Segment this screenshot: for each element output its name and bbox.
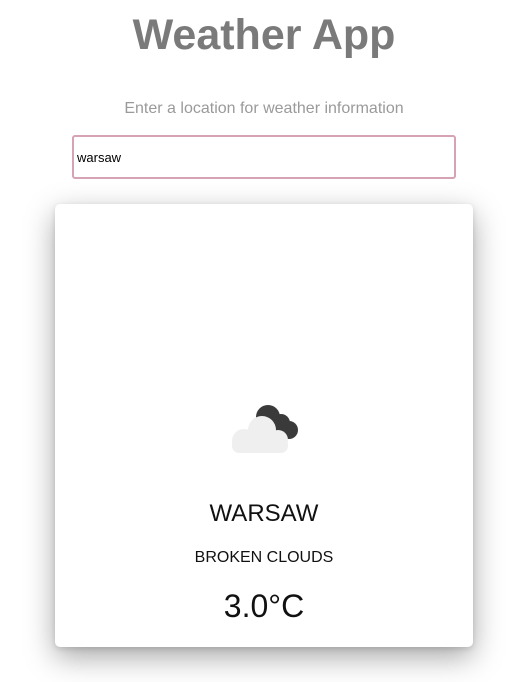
app-title: Weather App xyxy=(132,11,396,59)
city-name: WARSAW xyxy=(209,500,319,527)
weather-app-page: Weather App Enter a location for weather… xyxy=(0,0,519,682)
broken-clouds-icon xyxy=(232,405,298,453)
location-prompt: Enter a location for weather information xyxy=(124,100,404,117)
location-search-input[interactable] xyxy=(72,135,456,179)
temperature-value: 3.0°C xyxy=(223,588,305,624)
weather-card: WARSAW BROKEN CLOUDS 3.0°C xyxy=(55,204,473,647)
weather-condition: BROKEN CLOUDS xyxy=(194,549,334,566)
